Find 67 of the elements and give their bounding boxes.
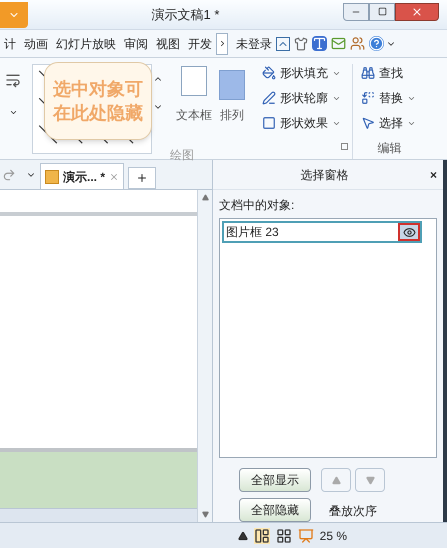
login-status: 未登录 [236,36,272,52]
close-icon [109,172,120,182]
help-icon[interactable] [369,36,384,51]
arrange-icon [219,70,245,100]
group-label: 编辑 [376,140,402,157]
eye-icon [402,226,416,238]
binoculars-icon [361,66,375,80]
close-icon [411,6,423,18]
down-arrow-icon [366,476,374,484]
shape-format-icon [262,116,276,130]
objects-label: 文档中的对象: [218,197,296,214]
scroll-down-icon [202,511,208,518]
eject-icon[interactable] [238,530,248,540]
maximize-button[interactable] [369,2,395,20]
edit-button[interactable]: 替换 [361,89,418,107]
horizontal-scrollbar[interactable] [0,508,197,522]
edit-button[interactable]: 查找 [361,64,418,82]
menu-tab[interactable]: 视图 [152,30,184,57]
window-title: 演示文稿1 * [150,6,220,24]
zoom-level: 25 % [320,528,347,544]
text-box-label: 文本框 [176,107,212,124]
pane-button[interactable]: 全部显示 [239,468,311,492]
callout-text: 在此处隐藏 [53,104,143,122]
object-row[interactable]: 图片框 23 [222,221,422,243]
text-box-icon [181,66,207,96]
up-arrow-icon [332,476,340,484]
shirt-icon[interactable] [294,36,308,50]
pane-button[interactable]: 全部隐藏 [239,498,311,522]
shape-format-button[interactable]: 形状填充 [262,64,348,82]
stacking-order-label: 叠放次序 [329,503,377,520]
redo-icon[interactable] [2,168,16,182]
object-name: 图片框 23 [226,224,280,241]
pointer-icon [361,116,375,130]
close-button[interactable] [395,2,439,20]
shape-format-icon [262,66,276,80]
shape-format-button[interactable]: 形状轮廓 [262,89,348,107]
menu-tab[interactable]: 动画 [20,30,52,57]
visibility-toggle[interactable] [398,223,420,241]
shape-format-button[interactable]: 形状效果 [262,114,348,132]
pane-title: 选择窗格 [299,166,350,184]
menu-tab[interactable]: 幻灯片放映 [52,30,120,57]
shape-format-icon [262,91,276,105]
new-tab-button[interactable] [128,167,156,189]
letter-t-icon[interactable] [312,36,327,51]
replace-icon [361,91,375,105]
people-icon[interactable] [350,36,365,51]
caret-icon[interactable] [8,108,18,117]
scroll-up-icon [202,194,208,201]
group-label: 绘图 [170,147,194,164]
collapse-ribbon-icon[interactable] [276,36,290,50]
dialog-launcher-icon[interactable] [341,143,348,150]
menu-tab[interactable]: 计 [0,30,20,57]
arrange-label: 排列 [220,107,244,124]
close-pane-button[interactable]: × [430,166,437,184]
text-wrap-icon[interactable] [5,72,21,88]
document-tab[interactable]: 演示... * [40,163,124,189]
mail-icon[interactable] [331,36,346,51]
menu-tab[interactable]: 审阅 [120,30,152,57]
maximize-icon [378,7,386,16]
callout-text: 选中对象可 [53,80,143,98]
document-icon [45,170,59,184]
normal-view-icon[interactable] [254,528,270,544]
vertical-scrollbar[interactable] [197,190,212,522]
edit-button[interactable]: 选择 [361,114,418,132]
slide-sorter-icon[interactable] [276,528,292,544]
menu-tab[interactable]: 开发 [184,30,216,57]
plus-icon [136,172,148,184]
